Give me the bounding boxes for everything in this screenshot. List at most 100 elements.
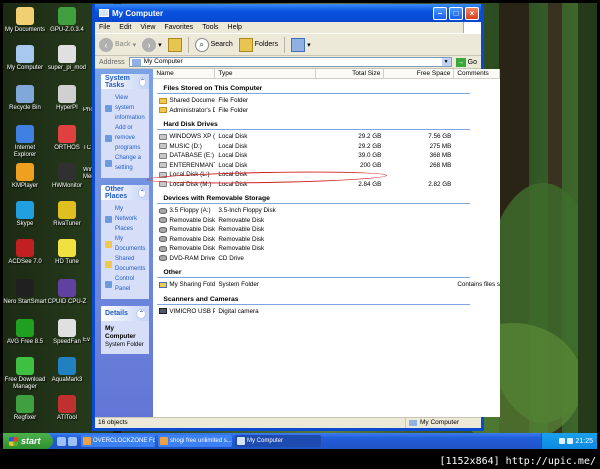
up-folder-button[interactable] xyxy=(167,37,182,52)
desktop-icon-regfixer[interactable]: Regfixer xyxy=(3,395,47,422)
my-documents-link[interactable]: My Documents xyxy=(105,234,145,254)
item-type: Removable Disk xyxy=(218,226,265,234)
app-icon xyxy=(58,279,76,297)
app-icon xyxy=(16,357,34,375)
list-item[interactable]: DATABASE (E:) Local Disk 39.0 GB 368 MB xyxy=(153,151,500,161)
address-bar: Address My Computer ▼ → Go xyxy=(95,56,481,69)
list-item[interactable]: Removable Disk (...Removable Disk xyxy=(153,216,500,226)
search-button[interactable]: ⌕ Search xyxy=(194,37,233,52)
menu-help[interactable]: Help xyxy=(228,24,242,31)
other-places-header[interactable]: Other Places ⌃ xyxy=(101,185,150,200)
desktop-icon-acdsee-7-0[interactable]: ACDSee 7.0 xyxy=(3,239,47,266)
list-item[interactable]: Removable Disk (J:)Removable Disk xyxy=(153,244,500,254)
forward-arrow-icon: › xyxy=(142,37,157,52)
tray-network-icon[interactable] xyxy=(559,438,566,444)
back-button[interactable]: ‹ Back ▾ xyxy=(99,37,136,52)
forward-button[interactable]: › ▾ xyxy=(142,37,162,52)
content-area: System Tasks ⌃ View system information Ad… xyxy=(95,69,501,417)
desktop-icon-internet-explorer[interactable]: Internet Explorer xyxy=(3,125,47,159)
tray-volume-icon[interactable] xyxy=(567,438,574,444)
app-icon xyxy=(16,163,34,181)
desktop-icon-gpu-z-0-3-4[interactable]: GPU-Z.0.3.4 xyxy=(45,7,89,34)
desktop-icon-aquamark3[interactable]: AquaMark3 xyxy=(45,357,89,384)
list-item[interactable]: ENTERENMANT (F:)Local Disk 200 GB 268 MB xyxy=(153,161,500,171)
my-computer-window[interactable]: My Computer – □ × File Edit View Favorit… xyxy=(92,4,501,431)
column-name[interactable]: Name xyxy=(153,69,216,78)
menu-edit[interactable]: Edit xyxy=(119,24,131,31)
list-item[interactable]: Removable Disk (...Removable Disk xyxy=(153,225,500,235)
collapse-icon[interactable]: ⌃ xyxy=(136,308,147,319)
views-button[interactable]: ▾ xyxy=(291,37,311,52)
desktop-icon-hd-tune[interactable]: HD Tune xyxy=(45,239,89,266)
maximize-button[interactable]: □ xyxy=(449,6,463,20)
item-type: File Folder xyxy=(218,106,249,114)
menu-favorites[interactable]: Favorites xyxy=(164,24,193,31)
desktop-icon-cpuid-cpu-z[interactable]: CPUID CPU-Z xyxy=(45,279,89,306)
my-network-places-link[interactable]: My Network Places xyxy=(105,204,145,234)
control-panel-icon xyxy=(105,159,112,167)
list-item[interactable]: Administrator's D...File Folder xyxy=(153,106,500,116)
menu-bar: File Edit View Favorites Tools Help xyxy=(95,22,481,34)
list-item[interactable]: Removable Disk (I:)Removable Disk xyxy=(153,235,500,245)
item-type: CD Drive xyxy=(218,254,244,262)
list-item[interactable]: My Sharing FoldersSystem Folder Contains … xyxy=(153,280,500,290)
desktop-icon-skype[interactable]: Skype xyxy=(3,201,47,228)
folders-button[interactable]: Folders xyxy=(238,37,278,52)
shared-documents-link[interactable]: Shared Documents xyxy=(105,254,145,274)
task-my-computer[interactable]: My Computer xyxy=(235,435,321,447)
views-icon xyxy=(291,37,306,52)
desktop-icon-atitool[interactable]: ATITool xyxy=(45,395,89,422)
window-title: My Computer xyxy=(112,8,164,18)
list-item[interactable]: 3.5 Floppy (A:) 3.5-Inch Floppy Disk xyxy=(153,206,500,216)
item-type: Local Disk xyxy=(218,152,248,160)
desktop-icon-free-download-manager[interactable]: Free Download Manager xyxy=(3,357,47,391)
column-type[interactable]: Type xyxy=(215,69,317,78)
details-header[interactable]: Details ⌃ xyxy=(101,306,150,321)
list-item[interactable]: DVD-RAM Drive (K:)CD Drive xyxy=(153,254,500,264)
task-overclockzone[interactable]: OVERCLOCKZONE Fo... xyxy=(81,435,155,447)
show-desktop-icon[interactable] xyxy=(57,436,66,446)
desktop-icon-my-documents[interactable]: My Documents xyxy=(3,7,47,34)
menu-tools[interactable]: Tools xyxy=(202,24,218,31)
column-free-space[interactable]: Free Space xyxy=(384,69,455,78)
title-bar[interactable]: My Computer – □ × xyxy=(95,4,481,22)
task-shogi[interactable]: shogi free unlimited s... xyxy=(158,435,232,447)
desktop-icon-super-pi-mod[interactable]: super_pi_mod xyxy=(45,45,89,72)
desktop-icon-my-computer[interactable]: My Computer xyxy=(3,45,47,72)
desktop-icon-avg-free-8-5[interactable]: AVG Free 8.5 xyxy=(3,319,47,346)
desktop: My Documents GPU-Z.0.3.4 My Computer super_… xyxy=(3,3,597,449)
system-tasks-header[interactable]: System Tasks ⌃ xyxy=(101,74,150,89)
column-total-size[interactable]: Total Size xyxy=(316,69,385,78)
add-remove-programs-link[interactable]: Add or remove programs xyxy=(105,123,145,153)
address-input[interactable]: My Computer ▼ xyxy=(128,57,452,67)
list-item[interactable]: Shared DocumentsFile Folder xyxy=(153,96,500,106)
start-button[interactable]: start xyxy=(3,433,53,449)
list-item[interactable]: MUSIC (D:) Local Disk 29.2 GB 275 MB xyxy=(153,142,500,152)
change-setting-link[interactable]: Change a setting xyxy=(105,153,145,173)
desktop-icon-rivatuner[interactable]: RivaTuner xyxy=(45,201,89,228)
minimize-button[interactable]: – xyxy=(433,6,447,20)
clock[interactable]: 21:25 xyxy=(575,438,593,445)
go-button[interactable]: → Go xyxy=(455,57,477,67)
item-type: Local Disk xyxy=(218,133,248,141)
folder-icon xyxy=(159,107,168,114)
desktop-icon-nero-startsmart[interactable]: Nero StartSmart xyxy=(3,279,47,306)
item-name: Removable Disk (... xyxy=(169,216,216,224)
go-arrow-icon: → xyxy=(455,57,466,67)
quick-launch xyxy=(57,436,77,446)
list-item[interactable]: WINDOWS XP (C:)Local Disk 29.2 GB 7.56 GB xyxy=(153,132,500,142)
view-system-information-link[interactable]: View system information xyxy=(105,93,145,123)
column-comments[interactable]: Comments xyxy=(454,69,501,78)
desktop-icon-kmplayer[interactable]: KMPlayer xyxy=(3,163,47,190)
chevron-down-icon[interactable]: ▼ xyxy=(441,58,451,66)
menu-file[interactable]: File xyxy=(99,24,110,31)
browser-icon[interactable] xyxy=(68,436,77,446)
collapse-icon[interactable]: ⌃ xyxy=(138,187,147,198)
collapse-icon[interactable]: ⌃ xyxy=(138,76,147,87)
control-panel-link[interactable]: Control Panel xyxy=(105,274,145,294)
list-item[interactable]: VIMICRO USB PC ...Digital camera xyxy=(153,307,500,317)
close-button[interactable]: × xyxy=(465,6,479,20)
desktop-icon-recycle-bin[interactable]: Recycle Bin xyxy=(3,85,47,112)
menu-view[interactable]: View xyxy=(140,24,155,31)
app-icon xyxy=(16,395,34,413)
